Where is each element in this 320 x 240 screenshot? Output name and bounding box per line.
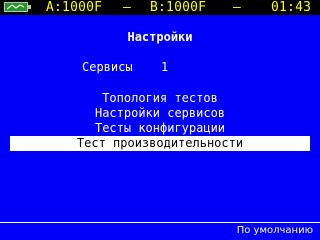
menu-item-configuration-tests[interactable]: Тесты конфигурации	[0, 121, 320, 136]
service-value[interactable]: 1	[161, 60, 168, 74]
settings-menu: Топология тестов Настройки сервисов Тест…	[0, 91, 320, 151]
port-a-status: A:1000F	[46, 0, 103, 15]
separator: –	[233, 0, 242, 15]
service-label: Сервисы	[82, 60, 133, 74]
battery-icon	[4, 2, 31, 12]
port-b-status: B:1000F	[150, 0, 207, 15]
status-bar: A:1000F – B:1000F – 01:43	[0, 0, 320, 15]
menu-item-performance-test[interactable]: Тест производительности	[10, 136, 310, 151]
page-title: Настройки	[127, 30, 193, 44]
menu-item-service-settings[interactable]: Настройки сервисов	[0, 106, 320, 121]
separator: –	[123, 0, 132, 15]
default-button[interactable]: По умолчанию	[237, 225, 313, 237]
menu-item-test-topology[interactable]: Топология тестов	[0, 91, 320, 106]
clock: 01:43	[271, 0, 312, 15]
footer-divider	[0, 222, 320, 223]
